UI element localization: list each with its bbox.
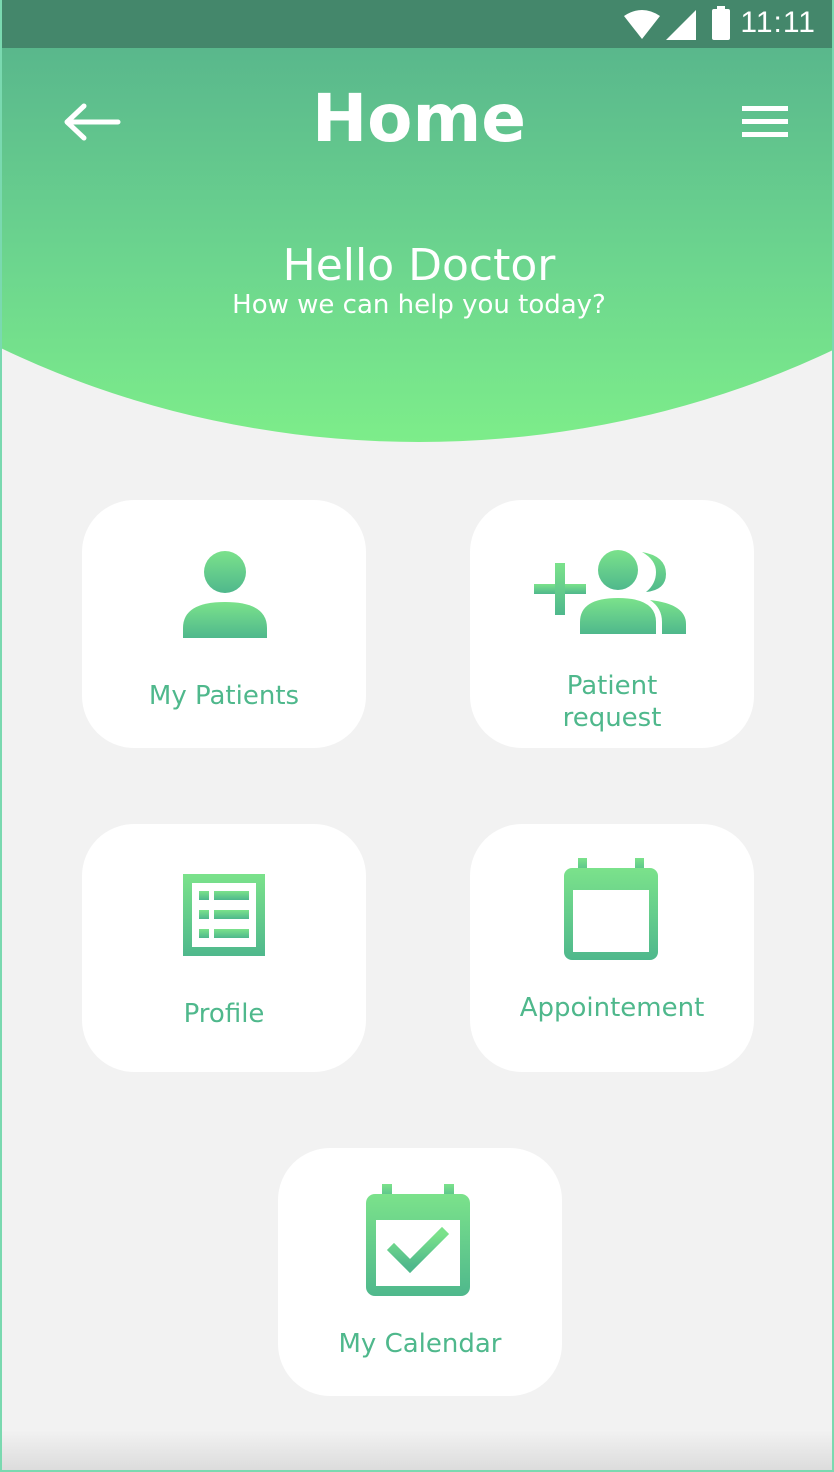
bottom-shade	[2, 1430, 832, 1470]
card-appointement[interactable]: Appointement	[470, 824, 754, 1072]
person-icon	[183, 551, 267, 638]
group-add-icon	[534, 550, 686, 634]
page-title: Home	[311, 80, 527, 157]
card-label: Profile	[183, 999, 265, 1029]
calendar-check-icon	[366, 1184, 470, 1296]
battery-icon	[712, 6, 730, 40]
list-document-icon	[183, 874, 265, 956]
calendar-icon	[564, 858, 658, 960]
greeting-subtitle: How we can help you today?	[232, 290, 606, 320]
card-label: Appointement	[519, 993, 705, 1023]
card-label: Patient request	[562, 671, 662, 733]
header-background	[2, 0, 832, 442]
status-bar: 11:11	[2, 0, 832, 48]
card-profile[interactable]: Profile	[82, 824, 366, 1072]
app-screen: 11:11 Home Hello Doctor How we can help …	[0, 0, 834, 1472]
menu-button[interactable]	[740, 100, 790, 144]
signal-icon	[666, 10, 696, 40]
card-label: My Calendar	[338, 1329, 502, 1359]
hamburger-menu-icon	[742, 106, 788, 137]
status-time: 11:11	[740, 6, 816, 39]
greeting-title: Hello Doctor	[282, 240, 556, 291]
card-my-calendar[interactable]: My Calendar	[278, 1148, 562, 1396]
wifi-icon	[624, 10, 660, 39]
card-label: My Patients	[148, 681, 300, 711]
card-patient-request[interactable]: Patient request	[470, 500, 754, 748]
card-my-patients[interactable]: My Patients	[82, 500, 366, 748]
